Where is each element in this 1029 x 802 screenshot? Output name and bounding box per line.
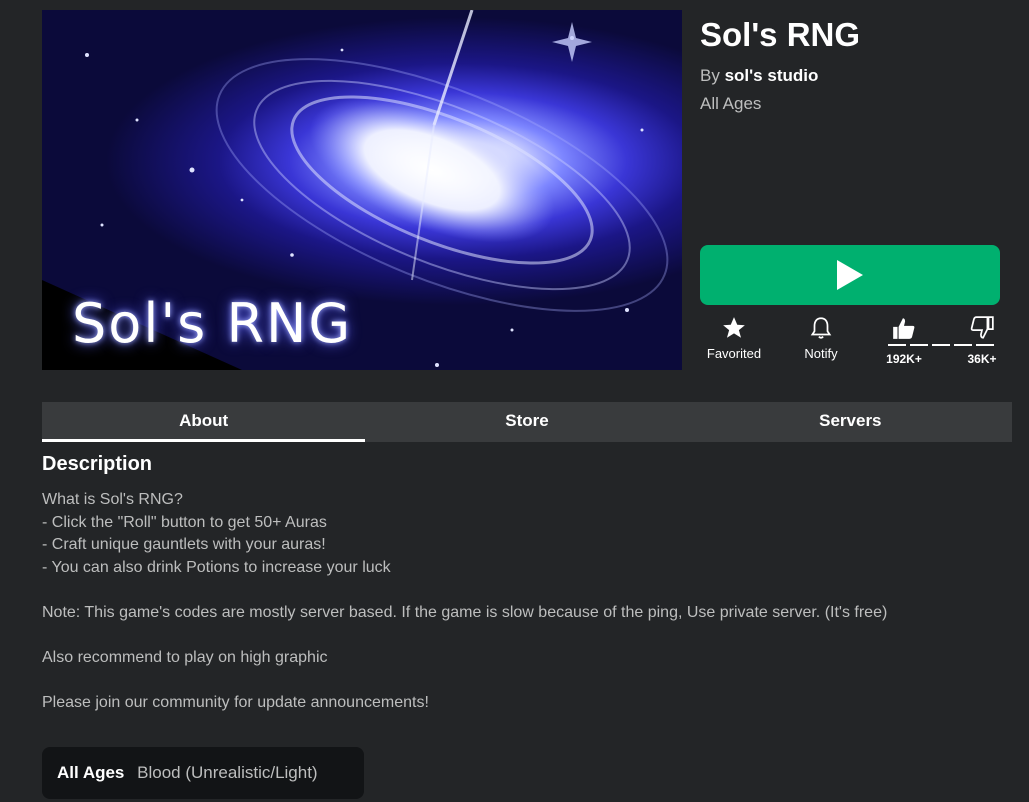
description-line: - You can also drink Potions to increase… xyxy=(42,558,391,576)
age-rating: All Ages xyxy=(700,94,762,113)
description-line: - Craft unique gauntlets with your auras… xyxy=(42,536,326,553)
content-maturity-box: All Ages Blood (Unrealistic/Light) xyxy=(42,747,364,799)
description-body: What is Sol's RNG? - Click the "Roll" bu… xyxy=(42,489,1002,714)
description-line: Also recommend to play on high graphic xyxy=(42,648,328,666)
description-line: Note: This game's codes are mostly serve… xyxy=(42,603,888,621)
creator-link[interactable]: sol's studio xyxy=(725,66,819,85)
favorite-label: Favorited xyxy=(706,346,762,361)
downvote-count: 36K+ xyxy=(967,352,997,366)
description-line xyxy=(42,669,1002,692)
tab-bar: About Store Servers xyxy=(42,402,1012,442)
maturity-label: All Ages xyxy=(57,763,125,782)
tab-servers[interactable]: Servers xyxy=(689,402,1012,442)
thumbs-down-icon xyxy=(970,316,994,339)
description-line: What is Sol's RNG? xyxy=(42,491,183,508)
play-button[interactable] xyxy=(700,245,1000,305)
tab-about[interactable]: About xyxy=(42,402,366,442)
game-thumbnail: Sol's RNG xyxy=(42,10,682,370)
notify-label: Notify xyxy=(804,346,838,361)
bell-icon xyxy=(810,317,832,339)
description-heading: Description xyxy=(42,453,153,475)
upvote-count: 192K+ xyxy=(886,352,922,366)
creator-line: By sol's studio xyxy=(700,66,818,86)
thumbs-up-icon xyxy=(893,318,915,339)
description-line: Please join our community for update ann… xyxy=(42,693,429,711)
notify-button[interactable]: Notify xyxy=(792,315,850,361)
upvote-button[interactable]: 192K+ xyxy=(884,315,924,366)
description-line: - Click the "Roll" button to get 50+ Aur… xyxy=(42,513,327,531)
thumbnail-caption: Sol's RNG xyxy=(72,292,353,355)
downvote-button[interactable]: 36K+ xyxy=(962,315,1002,366)
play-icon xyxy=(837,260,863,290)
game-title: Sol's RNG xyxy=(700,16,861,53)
tab-store[interactable]: Store xyxy=(365,402,688,442)
game-page: Sol's RNG Sol's RNG By sol's studio All … xyxy=(0,0,1029,802)
favorite-button[interactable]: Favorited xyxy=(700,315,768,361)
game-actions: Favorited Notify 192K+ 36K+ xyxy=(700,315,1010,370)
description-line xyxy=(42,579,1002,602)
maturity-descriptor: Blood (Unrealistic/Light) xyxy=(137,763,318,782)
description-line xyxy=(42,624,1002,647)
creator-prefix: By xyxy=(700,66,720,85)
star-icon xyxy=(723,317,745,338)
